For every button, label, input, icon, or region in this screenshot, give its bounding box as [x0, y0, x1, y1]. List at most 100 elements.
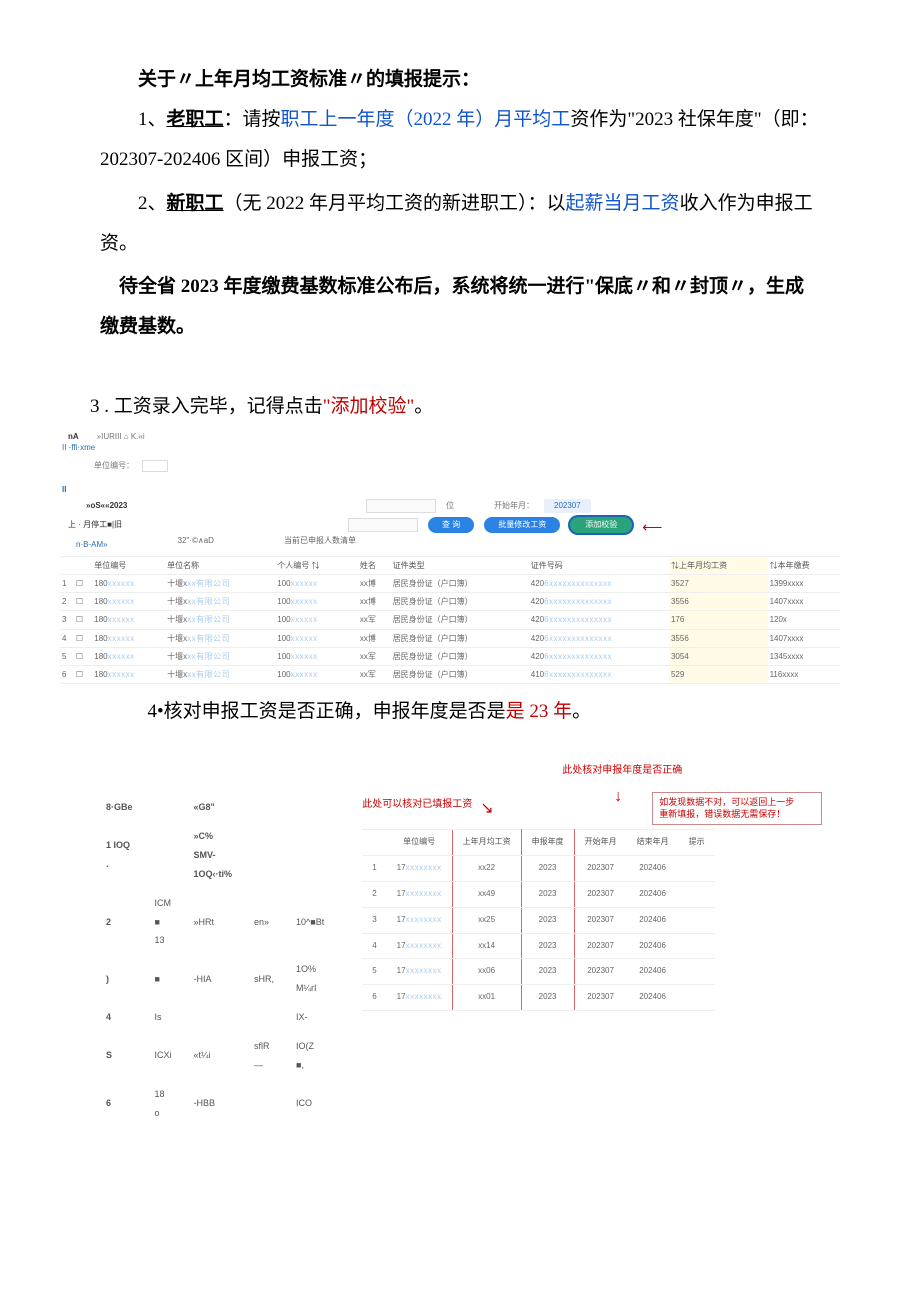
heading: 关于〃上年月均工资标准〃的填报提示： — [100, 60, 820, 100]
cell: 529 — [669, 666, 768, 684]
cell: 4206xxxxxxxxxxxxxx — [529, 593, 669, 611]
s1-start-val[interactable]: 202307 — [544, 499, 591, 513]
cell: 2023 — [521, 985, 574, 1011]
cell[interactable]: ☐ — [74, 647, 92, 665]
s1-sub3: 当前已申报人数清单 — [284, 535, 356, 550]
cell: 居民身份证（户口簿） — [391, 575, 529, 593]
cell[interactable]: ☐ — [74, 666, 92, 684]
table-row: 2☐180xxxxxx十堰xxx有限公司100xxxxxxxx博居民身份证（户口… — [60, 593, 840, 611]
cell: 17xxxxxxxx — [387, 933, 452, 959]
table-row: 617xxxxxxxxxx012023202307202406 — [362, 985, 714, 1011]
lt00: 8·GBe — [102, 794, 149, 821]
callout-line-b: 重新填报，错误数据无需保存！ — [659, 809, 815, 821]
p4c: 。 — [414, 396, 433, 417]
lt40: 4 — [102, 1004, 149, 1031]
cell: 17xxxxxxxx — [387, 959, 452, 985]
t2h5: 结束年月 — [627, 830, 679, 856]
s1-unit-input[interactable] — [142, 460, 168, 472]
cell: 4 — [60, 629, 74, 647]
t1h4: 个人编号 ⇅ — [275, 556, 351, 574]
cell: 4206xxxxxxxxxxxxxx — [529, 647, 669, 665]
cell: 202406 — [627, 907, 679, 933]
p1b: 老职工 — [167, 109, 224, 130]
table-row: 117xxxxxxxxxx222023202307202406 — [362, 856, 714, 882]
left-legend-table: 8·GBe«G8" 1 IOQ .»C% SMV- 1OQ‹·ti% 2ICM … — [100, 792, 342, 1128]
p1a: 1、 — [138, 109, 167, 130]
t2h4: 开始年月 — [574, 830, 627, 856]
lt21: ICM ■ 13 — [151, 890, 188, 955]
lt51: ICXi — [151, 1033, 188, 1079]
cell: 202406 — [627, 856, 679, 882]
cell: 202406 — [627, 985, 679, 1011]
cell: 5 — [362, 959, 386, 985]
cell: 202307 — [574, 933, 627, 959]
table-1: 单位编号 单位名称 个人编号 ⇅ 姓名 证件类型 证件号码 ⇅上年月均工资 ⇅本… — [60, 556, 840, 684]
s1-start-label: 开始年月： — [494, 500, 534, 511]
cell — [679, 882, 715, 908]
lt23: en» — [250, 890, 290, 955]
lt64: ICO — [292, 1081, 340, 1127]
lt32: -HIA — [190, 956, 249, 1002]
cell: 十堰xxx有限公司 — [165, 629, 275, 647]
s1-input-b[interactable] — [348, 518, 418, 532]
cell: xx22 — [452, 856, 521, 882]
table-row: 3☐180xxxxxx十堰xxx有限公司100xxxxxxxx军居民身份证（户口… — [60, 611, 840, 629]
cell: 2 — [60, 593, 74, 611]
s1-input-a[interactable] — [366, 499, 436, 513]
t1h0 — [60, 556, 74, 574]
cell: 176 — [669, 611, 768, 629]
query-button[interactable]: 查 询 — [428, 517, 474, 533]
table-row: 517xxxxxxxxxx062023202307202406 — [362, 959, 714, 985]
cell: 202307 — [574, 959, 627, 985]
cell: 居民身份证（户口簿） — [391, 611, 529, 629]
p5c: 。 — [572, 701, 591, 722]
cell[interactable]: ☐ — [74, 611, 92, 629]
cell: 100xxxxxx — [275, 575, 351, 593]
lt22: »HRt — [190, 890, 249, 955]
cell[interactable]: ☐ — [74, 629, 92, 647]
lt20: 2 — [102, 890, 149, 955]
para-4: 3 . 工资录入完毕，记得点击"添加校验"。 — [90, 387, 820, 427]
cell: 2023 — [521, 856, 574, 882]
cell: xx军 — [358, 647, 391, 665]
add-validate-button[interactable]: 添加校验 — [570, 517, 632, 533]
table-row: 1☐180xxxxxx十堰xxx有限公司100xxxxxxxx博居民身份证（户口… — [60, 575, 840, 593]
cell[interactable]: ☐ — [74, 593, 92, 611]
cell: 180xxxxxx — [92, 647, 165, 665]
cell: 3 — [362, 907, 386, 933]
lt50: S — [102, 1033, 149, 1079]
t2h1: 单位编号 — [387, 830, 452, 856]
cell: 2 — [362, 882, 386, 908]
p1c: ：请按 — [224, 109, 281, 130]
cell: 5 — [60, 647, 74, 665]
screenshot-2: 8·GBe«G8" 1 IOQ .»C% SMV- 1OQ‹·ti% 2ICM … — [100, 792, 820, 1128]
cell: xx军 — [358, 611, 391, 629]
cell: 202406 — [627, 882, 679, 908]
cell: 居民身份证（户口簿） — [391, 666, 529, 684]
cell: 3 — [60, 611, 74, 629]
cell: xx25 — [452, 907, 521, 933]
p5a: 4•核对申报工资是否正确，申报年度是否是 — [148, 701, 506, 722]
s1-left2: 上 · 月停工■|旧 — [68, 519, 208, 530]
cell: xx博 — [358, 575, 391, 593]
cell: 202406 — [627, 959, 679, 985]
p4b: "添加校验" — [323, 396, 415, 417]
callout-line-a: 如发现数据不对，可以返回上一步 — [659, 797, 815, 809]
s1-unit-label: 单位编号： — [94, 460, 134, 471]
annotation-top: 此处核对申报年度是否正确 — [562, 764, 682, 777]
batch-edit-button[interactable]: 批量修改工资 — [484, 517, 560, 533]
cell: 十堰xxx有限公司 — [165, 575, 275, 593]
cell — [679, 856, 715, 882]
t1h9: ⇅上年月均工资 — [669, 556, 768, 574]
cell: 1407xxxx — [768, 593, 840, 611]
cell[interactable]: ☐ — [74, 575, 92, 593]
screenshot-1: nA »IURIII ⌂ K.«i II ·ffi·xme 单位编号： II »… — [60, 431, 840, 684]
s1-crumb: II ·ffi·xme — [60, 442, 840, 453]
cell: 180xxxxxx — [92, 666, 165, 684]
p2d: 起薪当月工资 — [566, 193, 680, 214]
cell: 202406 — [627, 933, 679, 959]
cell: 3054 — [669, 647, 768, 665]
cell — [679, 985, 715, 1011]
cell: 17xxxxxxxx — [387, 882, 452, 908]
lt02: «G8" — [190, 794, 249, 821]
